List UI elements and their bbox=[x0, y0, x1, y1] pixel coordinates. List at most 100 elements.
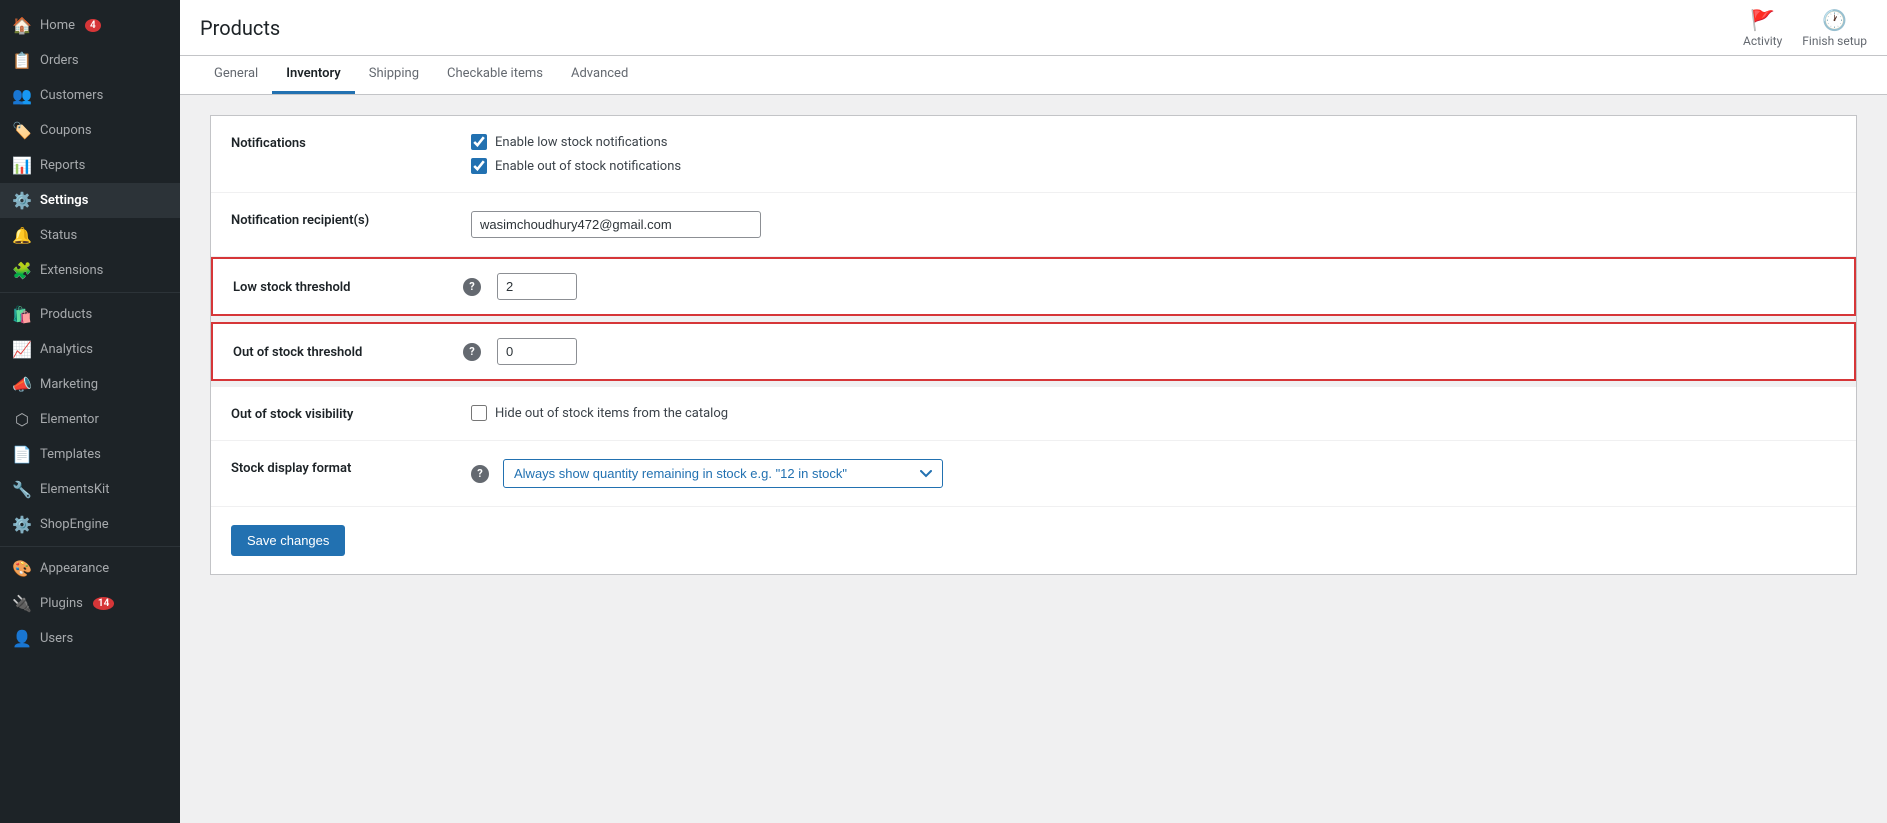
extensions-icon: 🧩 bbox=[12, 261, 32, 280]
sidebar-item-reports-label: Reports bbox=[40, 158, 85, 173]
low-stock-help-icon[interactable]: ? bbox=[463, 278, 481, 296]
orders-icon: 📋 bbox=[12, 51, 32, 70]
customers-icon: 👥 bbox=[12, 86, 32, 105]
tab-checkable[interactable]: Checkable items bbox=[433, 56, 557, 94]
low-stock-input[interactable] bbox=[497, 273, 577, 300]
sidebar-item-analytics[interactable]: 📈 Analytics bbox=[0, 332, 180, 367]
sidebar-item-products[interactable]: 🛍️ Products bbox=[0, 297, 180, 332]
sidebar-item-elementskit-label: ElementsKit bbox=[40, 482, 109, 497]
visibility-checkbox-row[interactable]: Hide out of stock items from the catalog bbox=[471, 405, 1836, 421]
recipient-input[interactable] bbox=[471, 211, 761, 238]
sidebar-item-extensions[interactable]: 🧩 Extensions bbox=[0, 253, 180, 288]
sidebar-item-coupons-label: Coupons bbox=[40, 123, 92, 138]
elementskit-icon: 🔧 bbox=[12, 480, 32, 499]
activity-label: Activity bbox=[1743, 34, 1782, 48]
visibility-checkbox-label: Hide out of stock items from the catalog bbox=[495, 406, 728, 421]
sidebar-item-templates[interactable]: 📄 Templates bbox=[0, 437, 180, 472]
out-of-stock-notification-checkbox[interactable] bbox=[471, 158, 487, 174]
sidebar-item-customers-label: Customers bbox=[40, 88, 103, 103]
templates-icon: 📄 bbox=[12, 445, 32, 464]
tab-shipping[interactable]: Shipping bbox=[355, 56, 433, 94]
visibility-field: Hide out of stock items from the catalog bbox=[471, 405, 1836, 421]
sidebar-item-status[interactable]: 🔔 Status bbox=[0, 218, 180, 253]
sidebar-item-users[interactable]: 👤 Users bbox=[0, 621, 180, 656]
low-stock-notification-checkbox[interactable] bbox=[471, 134, 487, 150]
sidebar-item-marketing[interactable]: 📣 Marketing bbox=[0, 367, 180, 402]
display-format-help-icon[interactable]: ? bbox=[471, 465, 489, 483]
page-title: Products bbox=[200, 16, 280, 40]
display-format-field: ? Always show quantity remaining in stoc… bbox=[471, 459, 1836, 488]
products-icon: 🛍️ bbox=[12, 305, 32, 324]
visibility-label: Out of stock visibility bbox=[231, 405, 451, 422]
tab-general[interactable]: General bbox=[200, 56, 272, 94]
sidebar-item-appearance[interactable]: 🎨 Appearance bbox=[0, 551, 180, 586]
sidebar-item-shopengine[interactable]: ⚙️ ShopEngine bbox=[0, 507, 180, 542]
shopengine-icon: ⚙️ bbox=[12, 515, 32, 534]
out-of-stock-notification-label: Enable out of stock notifications bbox=[495, 159, 681, 174]
sidebar-item-home-label: Home bbox=[40, 18, 75, 33]
sidebar-divider-2 bbox=[0, 546, 180, 547]
recipient-label: Notification recipient(s) bbox=[231, 211, 451, 228]
visibility-row: Out of stock visibility Hide out of stoc… bbox=[211, 387, 1856, 441]
out-of-stock-help-icon[interactable]: ? bbox=[463, 343, 481, 361]
sidebar-item-extensions-label: Extensions bbox=[40, 263, 103, 278]
plugins-icon: 🔌 bbox=[12, 594, 32, 613]
out-of-stock-label: Out of stock threshold bbox=[233, 343, 453, 360]
topbar: Products 🚩 Activity 🕐 Finish setup bbox=[180, 0, 1887, 56]
sidebar-item-products-label: Products bbox=[40, 307, 92, 322]
tab-advanced[interactable]: Advanced bbox=[557, 56, 642, 94]
plugins-badge: 14 bbox=[93, 597, 114, 610]
notifications-label: Notifications bbox=[231, 134, 451, 151]
finish-setup-button[interactable]: 🕐 Finish setup bbox=[1802, 8, 1867, 48]
sidebar-item-shopengine-label: ShopEngine bbox=[40, 517, 109, 532]
save-button[interactable]: Save changes bbox=[231, 525, 345, 556]
notifications-row: Notifications Enable low stock notificat… bbox=[211, 116, 1856, 193]
home-icon: 🏠 bbox=[12, 16, 32, 35]
finish-setup-label: Finish setup bbox=[1802, 34, 1867, 48]
sidebar-item-reports[interactable]: 📊 Reports bbox=[0, 148, 180, 183]
sidebar-item-orders-label: Orders bbox=[40, 53, 79, 68]
coupons-icon: 🏷️ bbox=[12, 121, 32, 140]
analytics-icon: 📈 bbox=[12, 340, 32, 359]
save-row: Save changes bbox=[211, 507, 1856, 574]
sidebar-item-status-label: Status bbox=[40, 228, 77, 243]
activity-icon: 🚩 bbox=[1750, 8, 1775, 32]
sidebar-item-analytics-label: Analytics bbox=[40, 342, 93, 357]
main-content: Products 🚩 Activity 🕐 Finish setup Gener… bbox=[180, 0, 1887, 823]
settings-icon: ⚙️ bbox=[12, 191, 32, 210]
display-format-label: Stock display format bbox=[231, 459, 451, 476]
display-format-row: Stock display format ? Always show quant… bbox=[211, 441, 1856, 507]
sidebar-item-elementskit[interactable]: 🔧 ElementsKit bbox=[0, 472, 180, 507]
status-icon: 🔔 bbox=[12, 226, 32, 245]
notifications-field: Enable low stock notifications Enable ou… bbox=[471, 134, 1836, 174]
appearance-icon: 🎨 bbox=[12, 559, 32, 578]
sidebar-bottom-section: 🎨 Appearance 🔌 Plugins 14 👤 Users bbox=[0, 551, 180, 656]
visibility-checkbox[interactable] bbox=[471, 405, 487, 421]
sidebar-item-settings[interactable]: ⚙️ Settings bbox=[0, 183, 180, 218]
sidebar-item-coupons[interactable]: 🏷️ Coupons bbox=[0, 113, 180, 148]
out-of-stock-threshold-row: Out of stock threshold ? bbox=[211, 322, 1856, 381]
sidebar-item-customers[interactable]: 👥 Customers bbox=[0, 78, 180, 113]
sidebar-item-orders[interactable]: 📋 Orders bbox=[0, 43, 180, 78]
sidebar-item-marketing-label: Marketing bbox=[40, 377, 98, 392]
display-format-select[interactable]: Always show quantity remaining in stock … bbox=[503, 459, 943, 488]
sidebar-item-home[interactable]: 🏠 Home 4 bbox=[0, 8, 180, 43]
low-stock-notification-row[interactable]: Enable low stock notifications bbox=[471, 134, 1836, 150]
sidebar-divider-1 bbox=[0, 292, 180, 293]
activity-button[interactable]: 🚩 Activity bbox=[1743, 8, 1782, 48]
recipient-field bbox=[471, 211, 1836, 238]
low-stock-threshold-row: Low stock threshold ? bbox=[211, 257, 1856, 316]
settings-form: Notifications Enable low stock notificat… bbox=[210, 115, 1857, 575]
finish-setup-icon: 🕐 bbox=[1822, 8, 1847, 32]
out-of-stock-input[interactable] bbox=[497, 338, 577, 365]
sidebar-item-users-label: Users bbox=[40, 631, 73, 646]
topbar-actions: 🚩 Activity 🕐 Finish setup bbox=[1743, 8, 1867, 48]
sidebar-item-plugins[interactable]: 🔌 Plugins 14 bbox=[0, 586, 180, 621]
settings-content: Notifications Enable low stock notificat… bbox=[180, 95, 1887, 823]
sidebar-item-elementor[interactable]: ⬡ Elementor bbox=[0, 402, 180, 437]
sidebar-item-elementor-label: Elementor bbox=[40, 412, 99, 427]
sidebar: 🏠 Home 4 📋 Orders 👥 Customers 🏷️ Coupons… bbox=[0, 0, 180, 823]
out-of-stock-notification-row[interactable]: Enable out of stock notifications bbox=[471, 158, 1836, 174]
recipient-row: Notification recipient(s) bbox=[211, 193, 1856, 257]
tab-inventory[interactable]: Inventory bbox=[272, 56, 355, 94]
